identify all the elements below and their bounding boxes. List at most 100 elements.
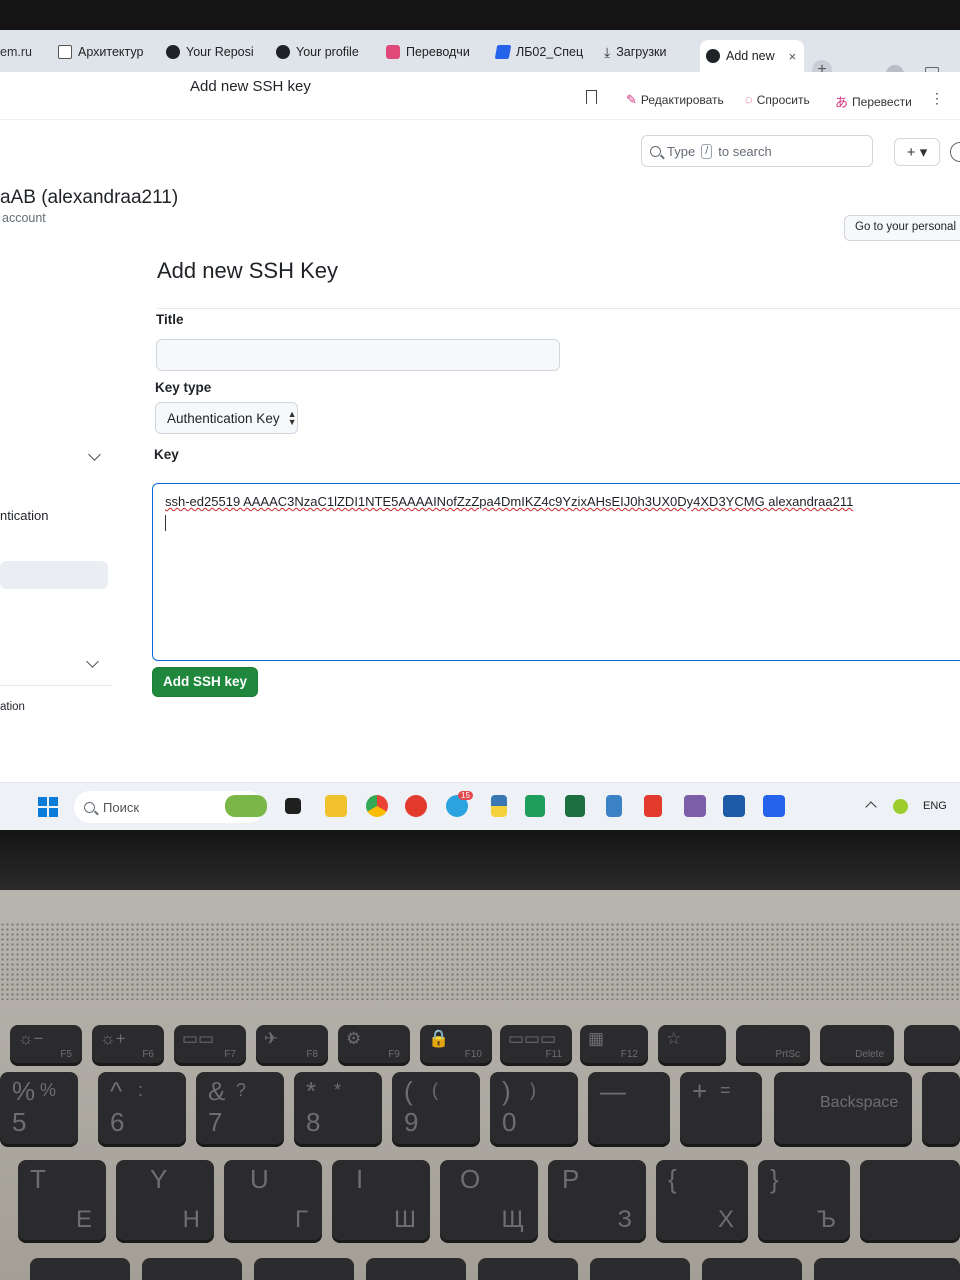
key-k[interactable] <box>366 1258 466 1280</box>
github-icon <box>166 45 180 59</box>
yandex-icon[interactable] <box>405 795 427 817</box>
monitor-bezel <box>0 0 960 30</box>
key-backslash[interactable] <box>814 1258 960 1280</box>
translate-button[interactable]: あ Перевести <box>835 92 912 111</box>
key-minus[interactable]: — <box>588 1072 670 1144</box>
key-o[interactable]: OЩ <box>440 1160 538 1240</box>
tray-chevron-icon[interactable] <box>865 801 877 813</box>
key-home[interactable] <box>904 1025 960 1063</box>
tray-app-icon[interactable] <box>893 799 908 814</box>
key-u[interactable]: UГ <box>224 1160 322 1240</box>
yandex-browser-icon[interactable] <box>644 795 662 817</box>
pencil-icon: ✎ <box>626 92 637 107</box>
search-input[interactable]: Type / to search <box>641 135 873 167</box>
key-prtsc[interactable]: PrtSc <box>736 1025 810 1063</box>
add-ssh-key-button[interactable]: Add SSH key <box>152 667 258 697</box>
key-l[interactable] <box>478 1258 578 1280</box>
browser-tab[interactable]: Your Reposi <box>160 38 260 66</box>
explorer-icon[interactable] <box>325 795 347 817</box>
widgets-icon[interactable] <box>225 795 267 817</box>
key-backspace[interactable]: Backspace <box>774 1072 912 1144</box>
key-j[interactable] <box>254 1258 354 1280</box>
bookmark-icon[interactable] <box>586 90 597 104</box>
speaker-grille <box>0 922 960 1000</box>
chevron-down-icon[interactable] <box>88 448 101 461</box>
sidebar-item-ssh-keys[interactable] <box>0 561 108 589</box>
chrome-icon[interactable] <box>366 795 388 817</box>
sidebar-item-integrations[interactable]: ation <box>0 701 25 713</box>
key-enter[interactable] <box>860 1160 960 1240</box>
account-subtitle: account <box>2 211 46 225</box>
search-shortcut-key: / <box>701 143 713 159</box>
kaspersky-icon[interactable] <box>525 795 545 817</box>
key-f7[interactable]: ▭▭ F7 <box>174 1025 246 1063</box>
key-i[interactable]: IШ <box>332 1160 430 1240</box>
key-label: Key <box>154 447 179 462</box>
key-close-bracket[interactable]: } Ъ <box>758 1160 850 1240</box>
translate-icon <box>386 45 400 59</box>
ask-button[interactable]: ◌ Спросить <box>745 92 810 107</box>
edit-button[interactable]: ✎ Редактировать <box>626 92 724 108</box>
notepad-icon[interactable] <box>606 795 622 817</box>
visual-studio-icon[interactable] <box>684 795 706 817</box>
translate-label: Перевести <box>852 94 912 109</box>
key-equals[interactable]: + = <box>680 1072 762 1144</box>
key-semicolon[interactable] <box>590 1258 690 1280</box>
browser-tab[interactable]: Переводчи <box>380 38 480 66</box>
key-p[interactable]: PЗ <box>548 1160 646 1240</box>
key-y[interactable]: YН <box>116 1160 214 1240</box>
calculator-icon[interactable] <box>763 795 785 817</box>
key-type-value: Authentication Key <box>167 410 280 426</box>
key-f10[interactable]: 🔒 F10 <box>420 1025 492 1063</box>
tab-label: ЛБ02_Спец <box>516 45 584 59</box>
key-9[interactable]: ((9 <box>392 1072 480 1144</box>
title-label: Title <box>156 312 184 327</box>
key-f9[interactable]: ⚙ F9 <box>338 1025 410 1063</box>
close-tab-icon[interactable]: × <box>789 49 797 64</box>
word-icon <box>494 45 512 59</box>
browser-tab[interactable]: Архитектур <box>52 38 148 66</box>
browser-tab[interactable]: ⤓ Загрузки <box>598 38 694 66</box>
browser-tab[interactable]: Your profile <box>270 38 372 66</box>
key-f6[interactable]: ☼+ F6 <box>92 1025 164 1063</box>
key-0[interactable]: )) 0 <box>490 1072 578 1144</box>
key-g[interactable] <box>30 1258 130 1280</box>
key-7[interactable]: &? 7 <box>196 1072 284 1144</box>
task-view-icon[interactable] <box>285 798 301 814</box>
key-t[interactable]: TЕ <box>18 1160 106 1240</box>
laptop-screen: em.ru Архитектур Your Reposi Your profil… <box>0 30 960 830</box>
laptop-hinge <box>0 830 960 890</box>
key-type-select[interactable]: Authentication Key ▲ ▼ <box>155 402 298 434</box>
key-favorite[interactable]: ☆ <box>658 1025 726 1063</box>
windows-start-icon[interactable] <box>38 797 58 817</box>
excel-icon[interactable] <box>565 795 585 817</box>
personal-profile-button[interactable]: Go to your personal p <box>844 215 960 241</box>
key-h[interactable] <box>142 1258 242 1280</box>
language-indicator[interactable]: ENG <box>923 800 947 812</box>
python-icon[interactable] <box>491 795 507 817</box>
key-f8[interactable]: ✈ F8 <box>256 1025 328 1063</box>
key-6[interactable]: ^:6 <box>98 1072 186 1144</box>
key-5[interactable]: %% 5 <box>0 1072 78 1144</box>
create-new-dropdown[interactable]: + ▾ <box>894 138 940 166</box>
browser-tab-active[interactable]: Add new × <box>700 40 804 72</box>
key-delete[interactable]: Delete <box>820 1025 894 1063</box>
search-icon <box>84 801 95 813</box>
browser-tab[interactable]: ЛБ02_Спец <box>490 38 590 66</box>
key-f11[interactable]: ▭▭▭ F11 <box>500 1025 572 1063</box>
more-menu-icon[interactable]: ⋮ <box>930 90 944 107</box>
key-8[interactable]: * * 8 <box>294 1072 382 1144</box>
key-f5[interactable]: ☼− F5 <box>10 1025 82 1063</box>
key-numlock[interactable] <box>922 1072 960 1144</box>
edit-label: Редактировать <box>640 93 724 107</box>
sidebar-item-authentication[interactable]: ntication <box>0 508 48 523</box>
chevron-down-icon[interactable] <box>86 655 99 668</box>
browser-tab[interactable]: em.ru <box>0 38 40 66</box>
title-field[interactable] <box>156 339 560 371</box>
key-textarea[interactable]: ssh-ed25519 AAAAC3NzaC1lZDI1NTE5AAAAINof… <box>152 483 960 661</box>
key-quote[interactable] <box>702 1258 802 1280</box>
word-icon[interactable] <box>723 795 745 817</box>
key-open-bracket[interactable]: {Х <box>656 1160 748 1240</box>
key-f12[interactable]: ▦ F12 <box>580 1025 648 1063</box>
issues-icon[interactable] <box>950 142 960 162</box>
